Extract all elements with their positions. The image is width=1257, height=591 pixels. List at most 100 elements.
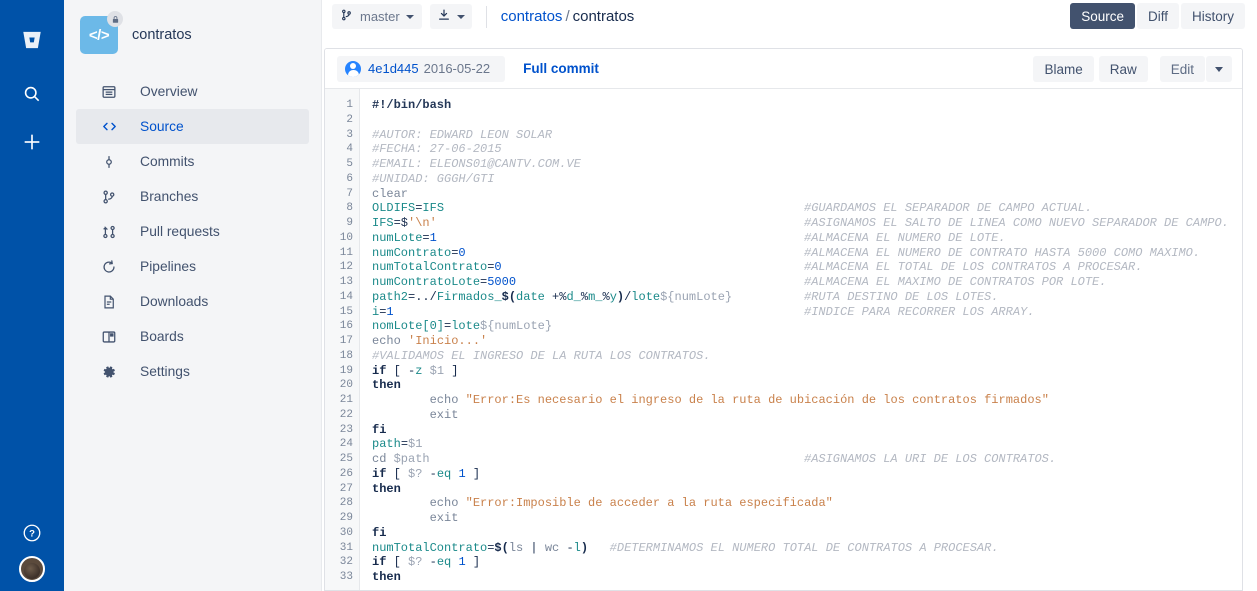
bitbucket-logo-icon[interactable]: [0, 20, 64, 60]
line-number: 12: [325, 260, 353, 275]
tab-history[interactable]: History: [1181, 3, 1245, 29]
sidebar-item-pipelines[interactable]: Pipelines: [76, 249, 309, 284]
raw-button[interactable]: Raw: [1099, 56, 1148, 82]
line-number: 13: [325, 275, 353, 290]
code-line: echo "Error:Imposible de acceder a la ru…: [372, 496, 1242, 511]
code-line: then: [372, 570, 1242, 585]
code-line: clear: [372, 187, 1242, 202]
code-line-text: path=$1: [372, 437, 422, 451]
line-number: 18: [325, 349, 353, 364]
line-number: 10: [325, 231, 353, 246]
code-line-text: if [ $? -eq 1 ]: [372, 467, 480, 481]
commit-selector-button[interactable]: 4e1d445 2016-05-22: [337, 56, 505, 82]
commit-icon: [98, 154, 120, 170]
code-line: [372, 113, 1242, 128]
line-number: 6: [325, 172, 353, 187]
code-line: exit: [372, 408, 1242, 423]
download-button[interactable]: [430, 4, 472, 29]
code-line: OLDIFS=IFS#GUARDAMOS EL SEPARADOR DE CAM…: [372, 201, 1242, 216]
code-line: then: [372, 482, 1242, 497]
code-line-text: i=1: [372, 305, 394, 319]
sidebar-item-branches[interactable]: Branches: [76, 179, 309, 214]
code-line-comment: #ALMACENA EL NUMERO DE LOTE.: [804, 231, 1006, 246]
branch-selector-button[interactable]: master: [332, 4, 422, 29]
lock-icon: [107, 11, 123, 27]
branch-name: master: [360, 9, 400, 24]
line-number: 22: [325, 408, 353, 423]
code-line: numContrato=0#ALMACENA EL NUMERO DE CONT…: [372, 246, 1242, 261]
tab-diff[interactable]: Diff: [1137, 3, 1179, 29]
code-line-text: path2=../Firmados_$(date +%d_%m_%y)/lote…: [372, 290, 732, 304]
overview-icon: [98, 84, 120, 100]
code-line-text: if [ $? -eq 1 ]: [372, 555, 480, 569]
line-number: 8: [325, 201, 353, 216]
code-content[interactable]: #!/bin/bash #AUTOR: EDWARD LEON SOLAR#FE…: [360, 89, 1242, 591]
line-number: 1: [325, 98, 353, 113]
code-line-comment: #ALMACENA EL NUMERO DE CONTRATO HASTA 50…: [804, 246, 1200, 261]
chevron-down-icon: [457, 15, 465, 19]
code-line: nomLote[0]=lote${numLote}: [372, 319, 1242, 334]
avatar-image: [19, 556, 45, 582]
code-line-comment: #ASIGNAMOS EL SALTO DE LINEA COMO NUEVO …: [804, 216, 1229, 231]
download-icon: [437, 8, 451, 25]
full-commit-link[interactable]: Full commit: [523, 61, 599, 76]
sidebar-item-settings[interactable]: Settings: [76, 354, 309, 389]
code-line: numTotalContrato=$(ls | wc -l) #DETERMIN…: [372, 541, 1242, 556]
code-line: echo "Error:Es necesario el ingreso de l…: [372, 393, 1242, 408]
line-number: 30: [325, 526, 353, 541]
code-line-text: echo "Error:Imposible de acceder a la ru…: [372, 496, 833, 510]
edit-button[interactable]: Edit: [1160, 56, 1205, 82]
file-view-card: 4e1d445 2016-05-22 Full commit Blame Raw…: [324, 48, 1243, 591]
avatar[interactable]: [0, 547, 64, 591]
blame-button[interactable]: Blame: [1033, 56, 1093, 82]
breadcrumb-current: contratos: [573, 8, 635, 25]
tab-source[interactable]: Source: [1070, 3, 1135, 29]
line-number: 5: [325, 157, 353, 172]
line-number: 31: [325, 541, 353, 556]
more-actions-button[interactable]: [1206, 56, 1232, 82]
code-line-text: IFS=$'\n': [372, 216, 437, 230]
search-icon[interactable]: [0, 74, 64, 114]
code-line: cd $path#ASIGNAMOS LA URI DE LOS CONTRAT…: [372, 452, 1242, 467]
file-header: 4e1d445 2016-05-22 Full commit Blame Raw…: [325, 49, 1242, 89]
line-number: 33: [325, 570, 353, 585]
sidebar-item-label: Pipelines: [140, 259, 196, 274]
line-number: 4: [325, 142, 353, 157]
sidebar-item-label: Pull requests: [140, 224, 220, 239]
file-action-buttons: Blame Raw Edit: [1028, 56, 1232, 82]
code-line: #!/bin/bash: [372, 98, 1242, 113]
repo-sidebar: </> contratos Overview: [64, 0, 322, 591]
code-line: fi: [372, 423, 1242, 438]
pipelines-icon: [98, 259, 120, 275]
sidebar-item-pull-requests[interactable]: Pull requests: [76, 214, 309, 249]
line-number-gutter: 1234567891011121314151617181920212223242…: [325, 89, 360, 591]
code-line: numTotalContrato=0#ALMACENA EL TOTAL DE …: [372, 260, 1242, 275]
sidebar-item-overview[interactable]: Overview: [76, 74, 309, 109]
sidebar-item-boards[interactable]: Boards: [76, 319, 309, 354]
code-line-comment: #ALMACENA EL TOTAL DE LOS CONTRATOS A PR…: [804, 260, 1142, 275]
code-line-text: #!/bin/bash: [372, 98, 451, 112]
code-line: #VALIDAMOS EL INGRESO DE LA RUTA LOS CON…: [372, 349, 1242, 364]
line-number: 21: [325, 393, 353, 408]
line-number: 23: [325, 423, 353, 438]
svg-text:?: ?: [29, 529, 35, 540]
repo-header[interactable]: </> contratos: [64, 10, 321, 60]
sidebar-item-commits[interactable]: Commits: [76, 144, 309, 179]
breadcrumb-repo-link[interactable]: contratos: [501, 8, 563, 25]
commit-date: 2016-05-22: [424, 61, 491, 76]
code-line: if [ $? -eq 1 ]: [372, 467, 1242, 482]
line-number: 19: [325, 364, 353, 379]
code-line-text: fi: [372, 526, 386, 540]
code-line-text: fi: [372, 423, 386, 437]
code-line: #EMAIL: ELEONS01@CANTV.COM.VE: [372, 157, 1242, 172]
sidebar-item-downloads[interactable]: Downloads: [76, 284, 309, 319]
plus-icon[interactable]: [0, 122, 64, 162]
repo-name: contratos: [132, 27, 192, 43]
sidebar-item-label: Source: [140, 119, 184, 134]
code-line-text: echo 'Inicio...': [372, 334, 487, 348]
code-line: numContratoLote=5000#ALMACENA EL MAXIMO …: [372, 275, 1242, 290]
code-line: #FECHA: 27-06-2015: [372, 142, 1242, 157]
line-number: 15: [325, 305, 353, 320]
code-line: path=$1: [372, 437, 1242, 452]
sidebar-item-source[interactable]: Source: [76, 109, 309, 144]
